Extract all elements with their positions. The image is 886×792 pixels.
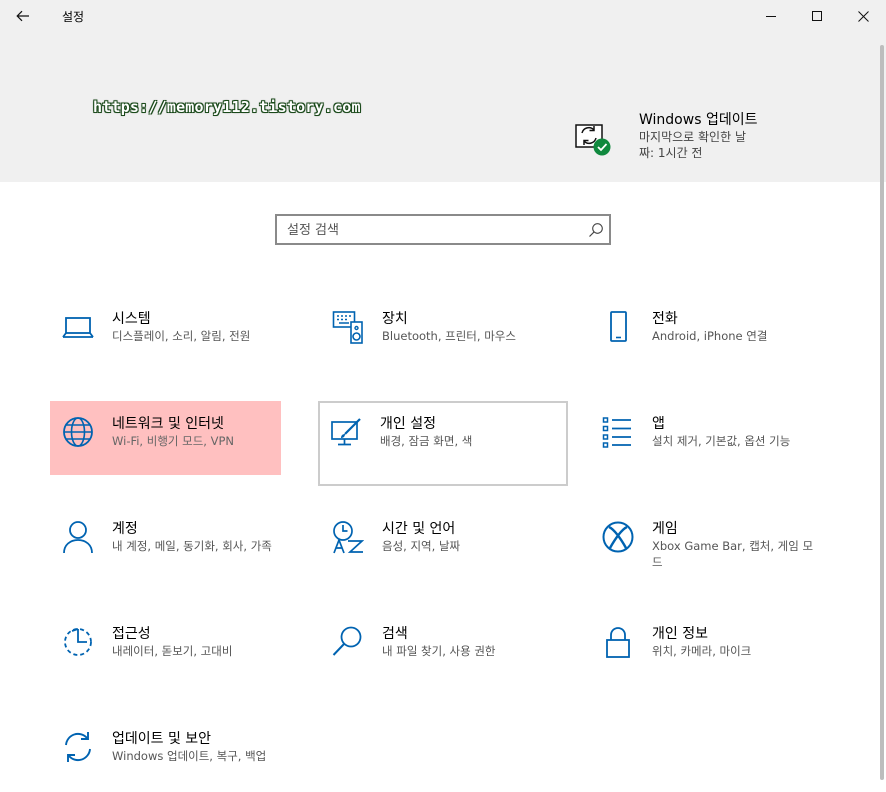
tile-description: 내레이터, 돋보기, 고대비: [112, 644, 233, 658]
devices-icon: [332, 310, 364, 344]
title-bar: 설정: [0, 0, 886, 32]
minimize-button[interactable]: [748, 0, 794, 32]
tile-title: 네트워크 및 인터넷: [112, 416, 224, 432]
close-icon: [857, 10, 869, 22]
tile-time-language[interactable]: 시간 및 언어 음성, 지역, 날짜: [320, 506, 552, 582]
tile-title: 앱: [652, 416, 665, 432]
update-status-line1: 마지막으로 확인한 날: [639, 130, 746, 144]
apps-list-icon: [602, 415, 634, 449]
app-title: 설정: [62, 10, 85, 24]
tile-devices[interactable]: 장치 Bluetooth, 프린터, 마우스: [320, 296, 552, 372]
tile-title: 전화: [652, 311, 678, 327]
tile-personalization[interactable]: 개인 설정 배경, 잠금 화면, 색: [318, 401, 568, 486]
tile-title: 접근성: [112, 626, 151, 642]
tile-title: 계정: [112, 521, 138, 537]
tile-system[interactable]: 시스템 디스플레이, 소리, 알림, 전원: [50, 296, 282, 372]
tile-network[interactable]: 네트워크 및 인터넷 Wi-Fi, 비행기 모드, VPN: [50, 401, 281, 475]
tile-description: 내 계정, 메일, 동기화, 회사, 가족: [112, 539, 272, 553]
search-input[interactable]: [287, 221, 577, 239]
windows-update-icon[interactable]: [572, 122, 616, 162]
maximize-icon: [812, 11, 822, 21]
tile-description: Wi-Fi, 비행기 모드, VPN: [112, 434, 235, 448]
time-language-icon: [332, 520, 364, 554]
tile-title: 시스템: [112, 311, 151, 327]
tile-title: 개인 정보: [652, 626, 708, 642]
tile-phone[interactable]: 전화 Android, iPhone 연결: [590, 296, 822, 372]
tile-description: Android, iPhone 연결: [652, 329, 768, 343]
personalization-icon: [330, 415, 362, 449]
update-title[interactable]: Windows 업데이트: [639, 109, 757, 129]
minimize-icon: [766, 16, 776, 17]
tile-description: 내 파일 찾기, 사용 권한: [382, 644, 496, 658]
tile-gaming[interactable]: 게임 Xbox Game Bar, 캡처, 게임 모드: [590, 506, 822, 582]
sync-arrows-icon: [62, 730, 94, 764]
maximize-button[interactable]: [794, 0, 840, 32]
tile-description: 디스플레이, 소리, 알림, 전원: [112, 329, 251, 343]
close-button[interactable]: [840, 0, 886, 32]
search-icon: [589, 223, 603, 237]
magnifier-icon: [332, 625, 364, 659]
tile-accounts[interactable]: 계정 내 계정, 메일, 동기화, 회사, 가족: [50, 506, 282, 582]
tile-title: 장치: [382, 311, 408, 327]
tile-description: 음성, 지역, 날짜: [382, 539, 461, 553]
settings-header: https://memory112.tistory.com Windows 업데…: [0, 32, 886, 182]
laptop-icon: [62, 310, 94, 344]
xbox-icon: [602, 520, 634, 554]
tile-search[interactable]: 검색 내 파일 찾기, 사용 권한: [320, 611, 552, 687]
tile-title: 개인 설정: [380, 416, 436, 432]
search-box[interactable]: [275, 214, 611, 245]
tile-description: Xbox Game Bar, 캡처, 게임 모드: [652, 539, 814, 569]
tile-description: Windows 업데이트, 복구, 백업: [112, 749, 267, 763]
tile-description: 배경, 잠금 화면, 색: [380, 434, 473, 448]
tile-description: 설치 제거, 기본값, 옵션 기능: [652, 434, 791, 448]
watermark-text: https://memory112.tistory.com: [93, 98, 361, 116]
tile-privacy[interactable]: 개인 정보 위치, 카메라, 마이크: [590, 611, 822, 687]
tile-description: Bluetooth, 프린터, 마우스: [382, 329, 516, 343]
tile-title: 검색: [382, 626, 408, 642]
accessibility-icon: [62, 625, 94, 659]
globe-icon: [62, 415, 94, 449]
lock-icon: [602, 625, 634, 659]
vertical-scrollbar[interactable]: [880, 45, 884, 780]
tile-title: 업데이트 및 보안: [112, 731, 212, 747]
tile-update-security[interactable]: 업데이트 및 보안 Windows 업데이트, 복구, 백업: [50, 716, 282, 792]
update-status-line2: 짜: 1시간 전: [639, 146, 703, 160]
tile-title: 시간 및 언어: [382, 521, 456, 537]
tile-accessibility[interactable]: 접근성 내레이터, 돋보기, 고대비: [50, 611, 282, 687]
back-arrow-icon: [16, 10, 29, 22]
person-icon: [62, 520, 94, 554]
tile-apps[interactable]: 앱 설치 제거, 기본값, 옵션 기능: [590, 401, 822, 477]
tile-title: 게임: [652, 521, 678, 537]
phone-icon: [602, 310, 634, 344]
back-button[interactable]: [0, 0, 46, 32]
tile-description: 위치, 카메라, 마이크: [652, 644, 752, 658]
